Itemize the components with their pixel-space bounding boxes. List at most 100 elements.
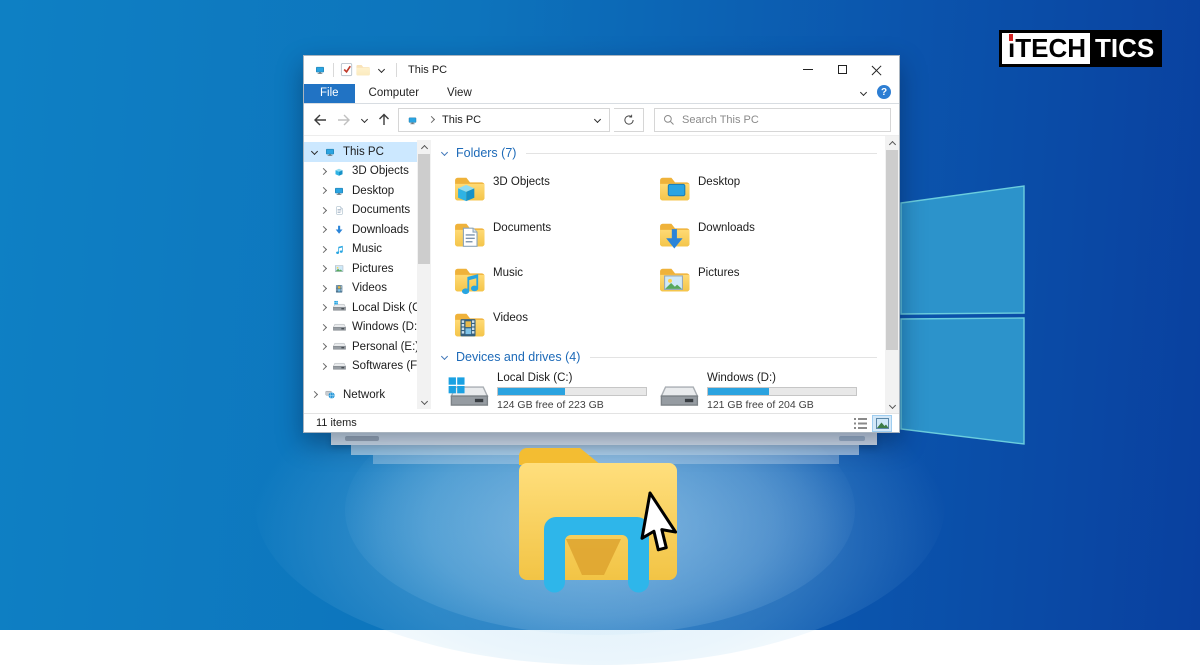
sidebar-item-this-pc[interactable]: This PC (304, 142, 431, 162)
title-bar[interactable]: This PC (304, 56, 899, 83)
desktop-icon (335, 188, 343, 196)
folder-item-documents[interactable]: Documents (453, 217, 653, 250)
folder-item-music[interactable]: Music (453, 262, 653, 295)
downloads-icon (335, 226, 343, 234)
items-view: Folders (7) 3D Objects Desktop Documents (431, 136, 899, 413)
chevron-right-icon[interactable] (308, 389, 320, 401)
large-icons-view-button[interactable] (872, 414, 892, 432)
customize-toolbar-chevron-icon[interactable] (375, 64, 387, 76)
chevron-right-icon[interactable] (317, 321, 329, 333)
collapse-chevron-icon[interactable] (439, 352, 450, 363)
scrollbar-thumb[interactable] (886, 150, 898, 350)
divider (333, 62, 334, 77)
drive-item-local-disk-c[interactable]: Local Disk (C:) 124 GB free of 223 GB (445, 372, 653, 412)
this-pc-icon (408, 117, 417, 124)
drive-item-windows-d[interactable]: Windows (D:) 121 GB free of 204 GB (655, 372, 863, 412)
pc-icon (326, 149, 334, 157)
sidebar-item-music[interactable]: Music (304, 240, 431, 260)
breadcrumb-chevron-icon (425, 114, 437, 126)
scroll-up-icon[interactable] (417, 140, 431, 153)
sidebar-item-desktop[interactable]: Desktop (304, 181, 431, 201)
forward-button[interactable] (334, 110, 354, 130)
videos-icon (335, 284, 343, 293)
sidebar-item-pictures[interactable]: Pictures (304, 259, 431, 279)
file-explorer-icon[interactable] (500, 443, 720, 603)
folder-item-desktop[interactable]: Desktop (658, 171, 858, 204)
ribbon-tabs: File Computer View ? (304, 83, 899, 104)
drive-icon (333, 323, 346, 331)
address-bar[interactable]: This PC (398, 107, 610, 132)
documents-icon (336, 206, 343, 215)
file-explorer-window: This PC File Computer View ? This PC Sea… (303, 55, 900, 433)
scroll-down-icon[interactable] (885, 400, 899, 413)
breadcrumb[interactable]: This PC (442, 114, 481, 126)
pictures-icon (335, 265, 344, 273)
scroll-up-icon[interactable] (885, 136, 899, 149)
help-icon[interactable]: ? (877, 85, 891, 99)
folder-item-pictures[interactable]: Pictures (658, 262, 858, 295)
chevron-right-icon[interactable] (317, 224, 329, 236)
folder-tab (519, 448, 601, 465)
logo-i-dot (1009, 34, 1013, 41)
navigation-bar: This PC Search This PC (304, 104, 899, 136)
sidebar-item-windows-d[interactable]: Windows (D:) (304, 318, 431, 338)
item-count: 11 items (316, 417, 357, 429)
details-view-button[interactable] (851, 416, 869, 431)
windows-logo (900, 185, 1025, 445)
tab-view[interactable]: View (433, 84, 486, 103)
capacity-bar (707, 387, 857, 396)
folder-item-3d-objects[interactable]: 3D Objects (453, 171, 653, 204)
drive-icon (333, 362, 346, 370)
sidebar-item-local-disk-c[interactable]: Local Disk (C:) (304, 298, 431, 318)
minimize-button[interactable] (791, 58, 825, 82)
sidebar-item-videos[interactable]: Videos (304, 279, 431, 299)
sidebar-item-3d-objects[interactable]: 3D Objects (304, 162, 431, 182)
chevron-down-icon[interactable] (308, 146, 320, 158)
new-folder-quick-icon[interactable] (355, 62, 371, 77)
navigation-pane: This PC 3D Objects Desktop Documents Dow… (304, 136, 431, 413)
back-button[interactable] (310, 110, 330, 130)
this-pc-icon (316, 66, 324, 75)
search-placeholder: Search This PC (682, 113, 759, 126)
refresh-button[interactable] (614, 107, 644, 132)
group-header-folders[interactable]: Folders (7) (439, 146, 877, 160)
drive-c-icon (333, 301, 346, 311)
tab-computer[interactable]: Computer (355, 84, 434, 103)
chevron-right-icon[interactable] (317, 185, 329, 197)
chevron-right-icon[interactable] (317, 282, 329, 294)
sidebar-item-softwares-f[interactable]: Softwares (F:) (304, 357, 431, 377)
sidebar-item-personal-e[interactable]: Personal (E:) (304, 337, 431, 357)
collapse-chevron-icon[interactable] (439, 148, 450, 159)
scrollbar-thumb[interactable] (418, 154, 430, 264)
scroll-down-icon[interactable] (417, 396, 431, 409)
sidebar-item-documents[interactable]: Documents (304, 201, 431, 221)
chevron-right-icon[interactable] (317, 165, 329, 177)
sidebar-item-downloads[interactable]: Downloads (304, 220, 431, 240)
recent-locations-chevron-icon[interactable] (358, 114, 370, 126)
logo-right-segment: TICS (1090, 33, 1160, 64)
tab-file[interactable]: File (304, 84, 355, 103)
maximize-button[interactable] (825, 58, 859, 82)
divider (590, 356, 877, 358)
properties-quick-icon[interactable] (339, 62, 355, 77)
address-dropdown-chevron-icon[interactable] (591, 114, 603, 126)
chevron-right-icon[interactable] (317, 341, 329, 353)
window-title: This PC (408, 63, 448, 76)
group-header-devices[interactable]: Devices and drives (4) (439, 350, 877, 364)
close-button[interactable] (859, 58, 893, 82)
sidebar-item-network[interactable]: Network (304, 385, 431, 405)
up-button[interactable] (374, 110, 394, 130)
search-input[interactable]: Search This PC (654, 107, 891, 132)
capacity-bar (497, 387, 647, 396)
chevron-right-icon[interactable] (317, 302, 329, 314)
chevron-right-icon[interactable] (317, 360, 329, 372)
chevron-right-icon[interactable] (317, 243, 329, 255)
chevron-right-icon[interactable] (317, 204, 329, 216)
minimize-ribbon-chevron-icon[interactable] (857, 86, 869, 98)
sidebar-scrollbar[interactable] (417, 140, 431, 409)
folder-item-videos[interactable]: Videos (453, 307, 653, 340)
chevron-right-icon[interactable] (317, 263, 329, 275)
content-scrollbar[interactable] (885, 136, 899, 413)
folder-item-downloads[interactable]: Downloads (658, 217, 858, 250)
search-icon (664, 114, 674, 125)
